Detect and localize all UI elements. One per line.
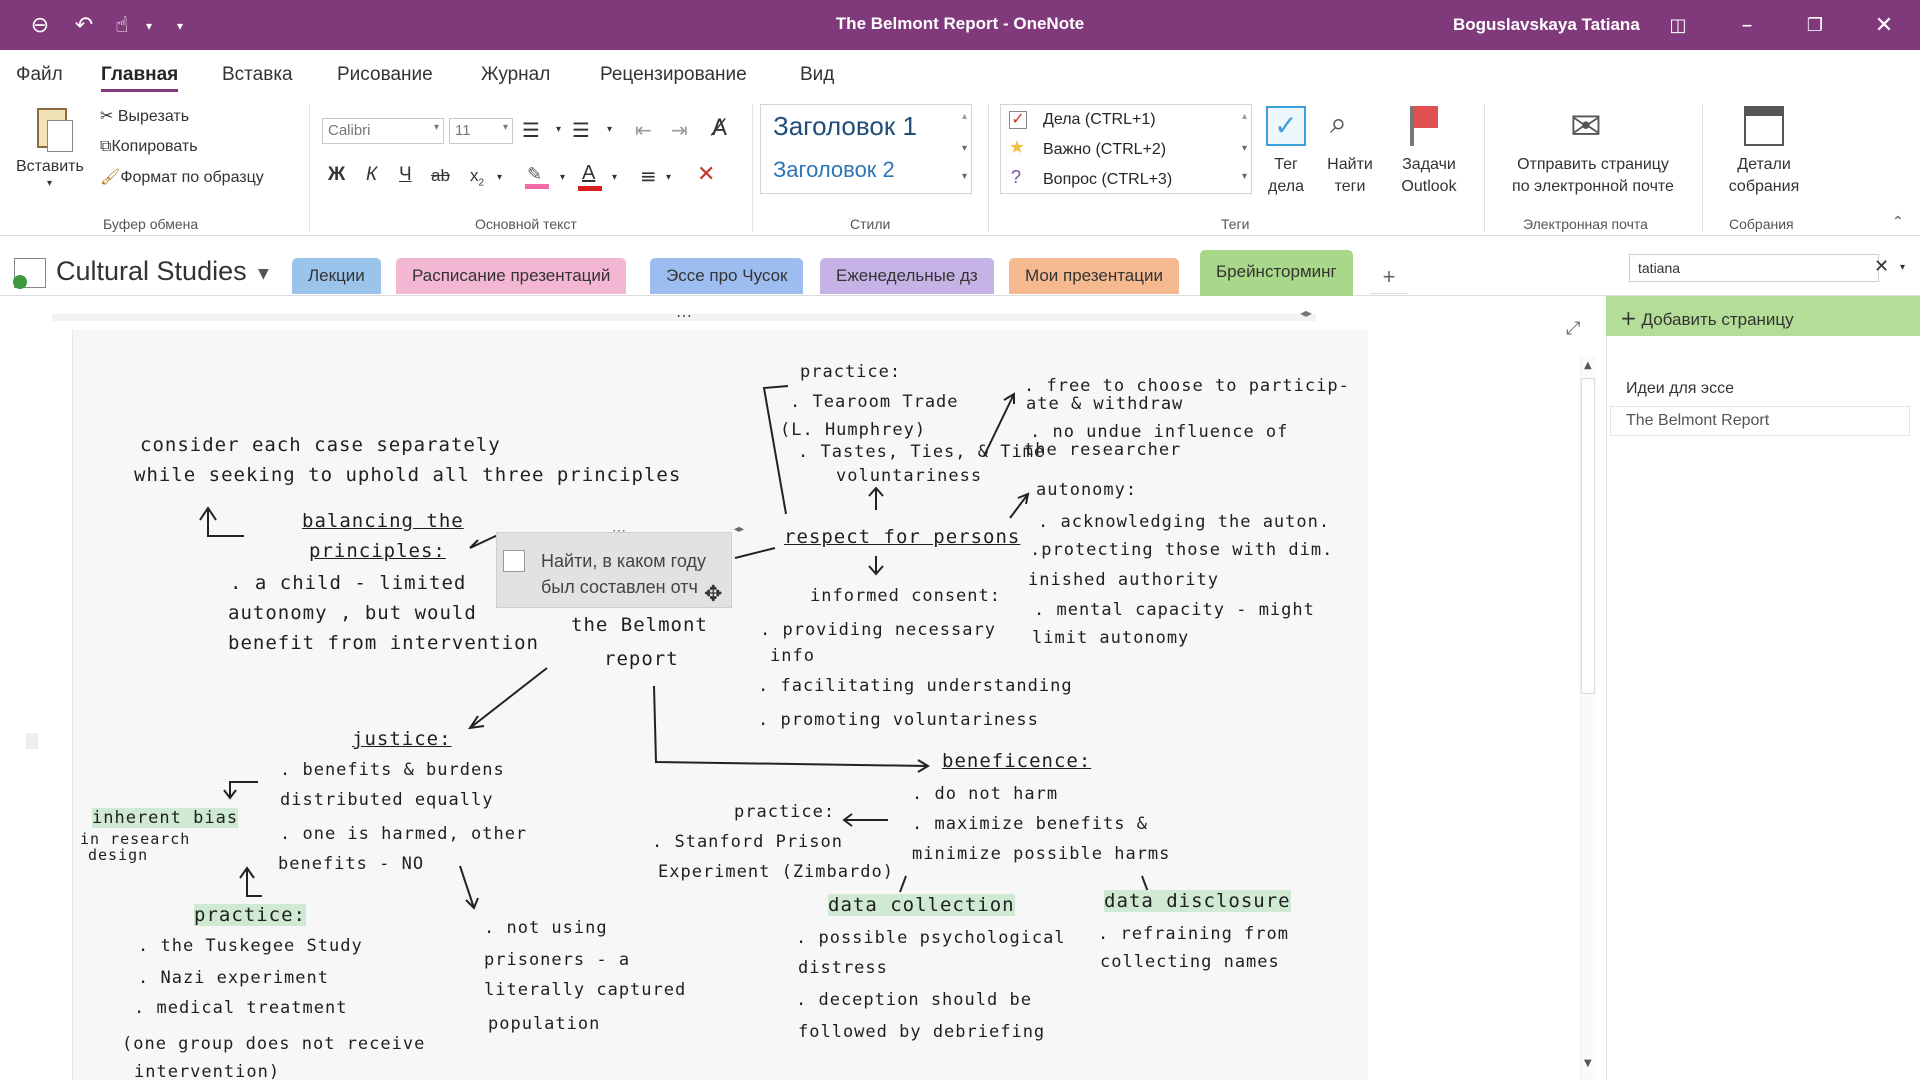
note-distributed: distributed equally	[280, 790, 494, 810]
note-principles: principles:	[309, 540, 446, 562]
note-medical: . medical treatment	[134, 998, 348, 1018]
note-not-using: . not using	[484, 918, 608, 938]
note-population: population	[488, 1014, 601, 1034]
note-deception: . deception should be	[796, 990, 1032, 1010]
note-promoting: . promoting voluntariness	[758, 710, 1039, 730]
note-inherent-bias: inherent bias	[92, 808, 239, 828]
note-child: . a child - limited	[230, 572, 467, 594]
scrollbar-thumb[interactable]	[1581, 378, 1595, 694]
note-free-choose: . free to choose to particip-	[1024, 376, 1350, 396]
note-protecting: .protecting those with dim.	[1030, 540, 1334, 560]
note-limit: limit autonomy	[1032, 628, 1190, 648]
note-tearoom: . Tearoom Trade	[790, 392, 959, 412]
resize-handle-icon[interactable]: ◂▸	[734, 524, 744, 535]
note-captured: literally captured	[484, 980, 687, 1000]
note-psychological: . possible psychological	[796, 928, 1066, 948]
note-autonomy: autonomy:	[1036, 480, 1138, 500]
page-item-belmont[interactable]: The Belmont Report	[1626, 412, 1769, 430]
scroll-down-icon[interactable]: ▼	[1584, 1058, 1592, 1069]
todo-note-box[interactable]: Найти, в каком году был составлен отч	[496, 532, 732, 608]
plus-icon: +	[1620, 306, 1637, 330]
note-data-disclosure: data disclosure	[1104, 890, 1291, 912]
note-providing: . providing necessary	[760, 620, 996, 640]
add-page-button[interactable]: + Добавить страницу	[1606, 296, 1920, 336]
page-item-ideas[interactable]: Идеи для эссе	[1626, 380, 1734, 398]
note-respect: respect for persons	[784, 526, 1021, 548]
note-stanford: . Stanford Prison	[652, 832, 843, 852]
note-design: design	[88, 846, 149, 864]
note-intervention: intervention)	[134, 1062, 281, 1080]
note-inished: inished authority	[1028, 570, 1219, 590]
drag-handle-icon[interactable]: ⋯	[612, 522, 626, 539]
note-prisoners: prisoners - a	[484, 950, 631, 970]
note-humphrey: (L. Humphrey)	[780, 420, 927, 440]
note-zimbardo: Experiment (Zimbardo)	[658, 862, 894, 882]
note-info: info	[770, 646, 815, 666]
note-beneficence: beneficence:	[942, 750, 1092, 772]
note-practice-justice: practice:	[194, 904, 306, 926]
todo-text-line1[interactable]: Найти, в каком году	[541, 548, 717, 574]
note-nazi: . Nazi experiment	[138, 968, 329, 988]
note-debriefing: followed by debriefing	[798, 1022, 1046, 1042]
note-one-group: (one group does not receive	[122, 1034, 426, 1054]
note-data-collection: data collection	[828, 894, 1015, 916]
note-practice-top: practice:	[800, 362, 902, 382]
note-distress: distress	[798, 958, 888, 978]
note-acknowledging: . acknowledging the auton.	[1038, 512, 1331, 532]
note-mental: . mental capacity - might	[1034, 600, 1315, 620]
note-researcher: the researcher	[1024, 440, 1182, 460]
note-benefit-intervention: benefit from intervention	[228, 632, 539, 654]
note-autonomy-but: autonomy , but would	[228, 602, 477, 624]
note-undue: . no undue influence of	[1030, 422, 1289, 442]
note-do-not-harm: . do not harm	[912, 784, 1059, 804]
note-uphold: while seeking to uphold all three princi…	[134, 464, 682, 486]
note-justice: justice:	[352, 728, 452, 750]
note-center-report: report	[604, 648, 679, 670]
todo-text-line2[interactable]: был составлен отч	[541, 574, 717, 600]
note-practice-beneficence: practice:	[734, 802, 836, 822]
note-consider: consider each case separately	[140, 434, 501, 456]
note-tastes: . Tastes, Ties, & Time	[798, 442, 1046, 462]
note-collecting-names: collecting names	[1100, 952, 1280, 972]
note-benefits-burdens: . benefits & burdens	[280, 760, 505, 780]
move-cursor-icon: ✥	[704, 582, 723, 607]
note-facilitating: . facilitating understanding	[758, 676, 1073, 696]
note-informed: informed consent:	[810, 586, 1001, 606]
note-tuskegee: . the Tuskegee Study	[138, 936, 363, 956]
note-minimize: minimize possible harms	[912, 844, 1171, 864]
note-refraining: . refraining from	[1098, 924, 1289, 944]
note-withdraw: ate & withdraw	[1026, 394, 1184, 414]
note-harmed: . one is harmed, other	[280, 824, 528, 844]
todo-checkbox[interactable]	[503, 550, 525, 572]
note-center-belmont: the Belmont	[571, 614, 708, 636]
note-balancing: balancing the	[302, 510, 464, 532]
scroll-up-icon[interactable]: ▲	[1584, 360, 1592, 371]
note-maximize: . maximize benefits &	[912, 814, 1148, 834]
note-voluntariness: voluntariness	[836, 466, 983, 486]
note-benefits-no: benefits - NO	[278, 854, 425, 874]
